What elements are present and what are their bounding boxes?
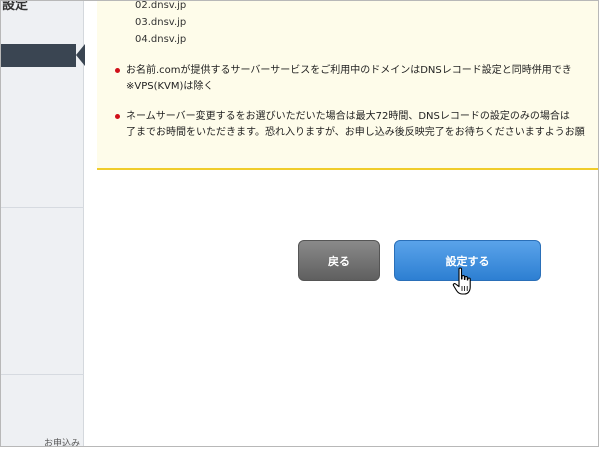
note-item-1-line-1: お名前.comが提供するサーバーサービスをご利用中のドメインはDNSレコード設定… (126, 65, 572, 76)
name-server-item: 03.dnsv.jp (135, 17, 187, 28)
name-server-list: 02.dnsv.jp 03.dnsv.jp 04.dnsv.jp (135, 0, 186, 48)
back-button[interactable]: 戻る (298, 240, 380, 281)
sidebar-divider (0, 374, 84, 375)
sidebar-item-active[interactable] (0, 44, 76, 67)
name-server-item: 02.dnsv.jp (135, 0, 187, 11)
sidebar-active-arrow-icon (76, 44, 85, 66)
note-item-2-line-2: 了までお時間をいただきます。恐れ入りますが、お申し込み後反映完了をお待ちください… (126, 127, 585, 138)
sidebar-heading: 設定 (2, 0, 29, 13)
sidebar-bottom-label: お申込み (44, 439, 81, 449)
note-panel: 02.dnsv.jp 03.dnsv.jp 04.dnsv.jp お名前.com… (97, 0, 599, 170)
bullet-icon (115, 114, 120, 119)
note-item-1-line-2: ※VPS(KVM)は除く (126, 81, 214, 92)
note-item-2-line-1: ネームサーバー変更するをお選びいただいた場合は最大72時間、DNSレコードの設定… (126, 111, 570, 122)
hand-pointer-cursor-icon (452, 267, 471, 295)
sidebar-divider (0, 207, 84, 208)
bullet-icon (115, 68, 120, 73)
sidebar: 設定 お申込み (0, 0, 85, 449)
name-server-item: 04.dnsv.jp (135, 34, 187, 45)
